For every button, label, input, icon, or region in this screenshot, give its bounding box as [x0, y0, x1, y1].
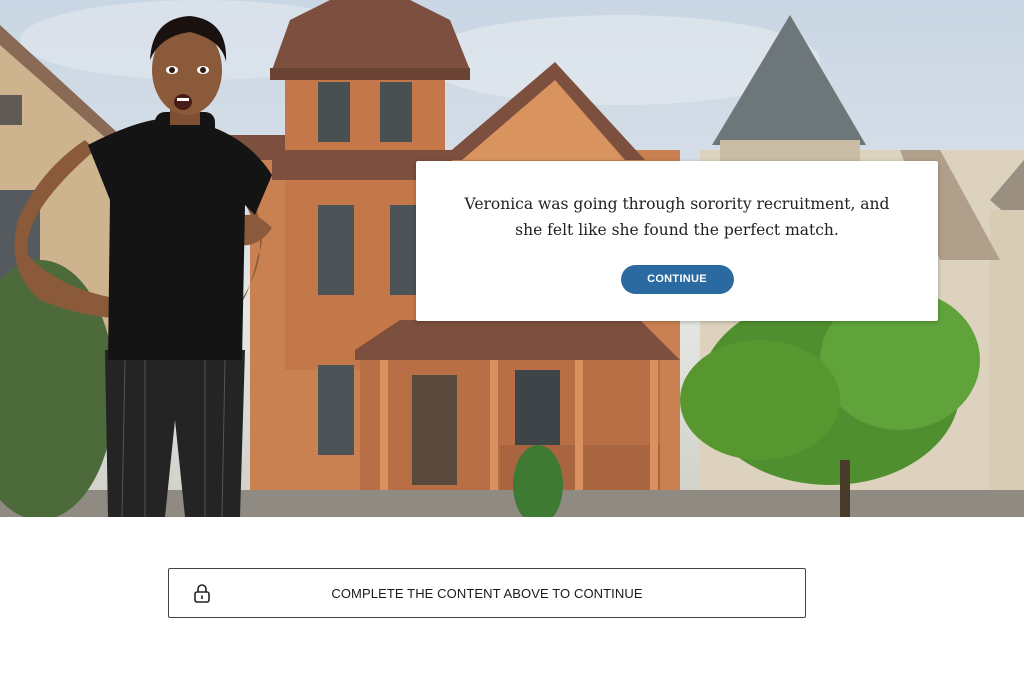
locked-continue-bar: COMPLETE THE CONTENT ABOVE TO CONTINUE [168, 568, 806, 618]
continue-button[interactable]: CONTINUE [620, 265, 734, 294]
character-figure [14, 16, 272, 517]
lock-icon [194, 584, 210, 603]
scene-background: Veronica was going through sorority recr… [0, 0, 1024, 517]
narration-dialog: Veronica was going through sorority recr… [416, 161, 938, 321]
locked-label: COMPLETE THE CONTENT ABOVE TO CONTINUE [331, 585, 643, 601]
dialog-text: Veronica was going through sorority recr… [464, 195, 890, 239]
